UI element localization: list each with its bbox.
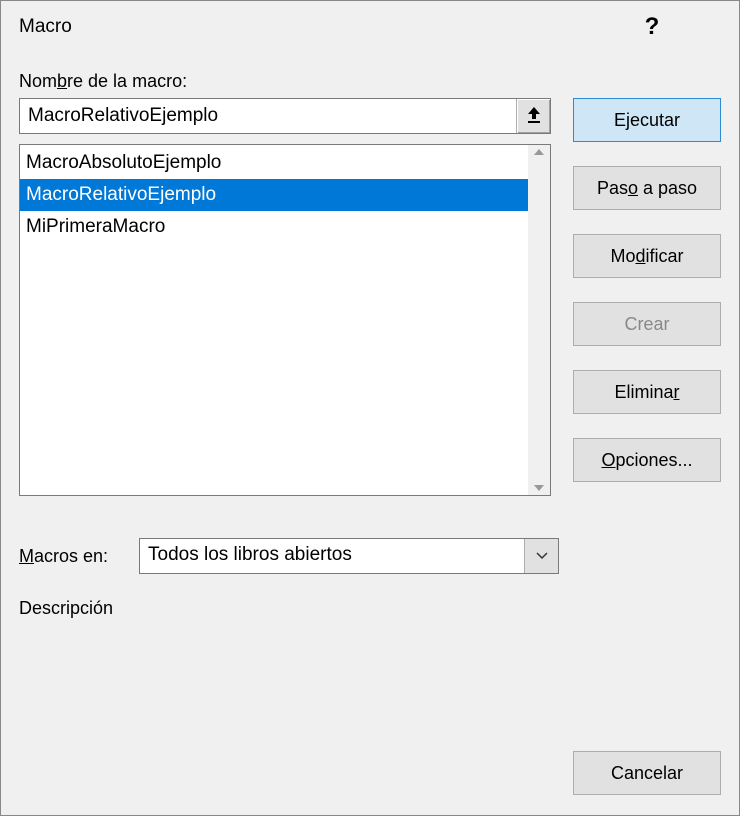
left-column: MacroAbsolutoEjemploMacroRelativoEjemplo… — [19, 98, 551, 496]
delete-button[interactable]: Eliminar — [573, 370, 721, 414]
macro-list-wrap: MacroAbsolutoEjemploMacroRelativoEjemplo… — [19, 144, 551, 496]
location-row: Macros en: Todos los libros abiertos — [19, 538, 721, 574]
list-item[interactable]: MiPrimeraMacro — [20, 211, 528, 243]
cancel-button[interactable]: Cancelar — [573, 751, 721, 795]
step-button[interactable]: Paso a paso — [573, 166, 721, 210]
macro-list[interactable]: MacroAbsolutoEjemploMacroRelativoEjemplo… — [20, 145, 528, 495]
help-button[interactable]: ? — [627, 7, 677, 47]
list-item[interactable]: MacroAbsolutoEjemplo — [20, 147, 528, 179]
scrollbar[interactable] — [528, 145, 550, 495]
edit-button[interactable]: Modificar — [573, 234, 721, 278]
create-button[interactable]: Crear — [573, 302, 721, 346]
run-button[interactable]: Ejecutar — [573, 98, 721, 142]
options-button[interactable]: Opciones... — [573, 438, 721, 482]
macros-in-select[interactable]: Todos los libros abiertos — [139, 538, 559, 574]
button-column: Ejecutar Paso a paso Modificar Crear Eli… — [573, 98, 721, 496]
main-row: MacroAbsolutoEjemploMacroRelativoEjemplo… — [19, 98, 721, 496]
chevron-down-icon — [524, 539, 558, 573]
dialog-content: Nombre de la macro: MacroAbsolutoEjemplo… — [1, 53, 739, 815]
macro-name-input-wrap — [19, 98, 551, 134]
macros-in-value: Todos los libros abiertos — [140, 539, 524, 573]
titlebar: Macro ? — [1, 1, 739, 53]
scroll-down-icon — [534, 485, 544, 491]
macro-name-input[interactable] — [20, 99, 516, 133]
arrow-up-icon — [525, 105, 543, 128]
description-label: Descripción — [19, 598, 721, 619]
macro-name-label: Nombre de la macro: — [19, 71, 721, 92]
reference-button[interactable] — [516, 99, 550, 133]
macro-dialog: Macro ? Nombre de la macro: — [0, 0, 740, 816]
scroll-up-icon — [534, 149, 544, 155]
macros-in-label: Macros en: — [19, 546, 129, 567]
dialog-title: Macro — [13, 16, 627, 38]
close-button[interactable] — [677, 7, 727, 47]
list-item[interactable]: MacroRelativoEjemplo — [20, 179, 528, 211]
